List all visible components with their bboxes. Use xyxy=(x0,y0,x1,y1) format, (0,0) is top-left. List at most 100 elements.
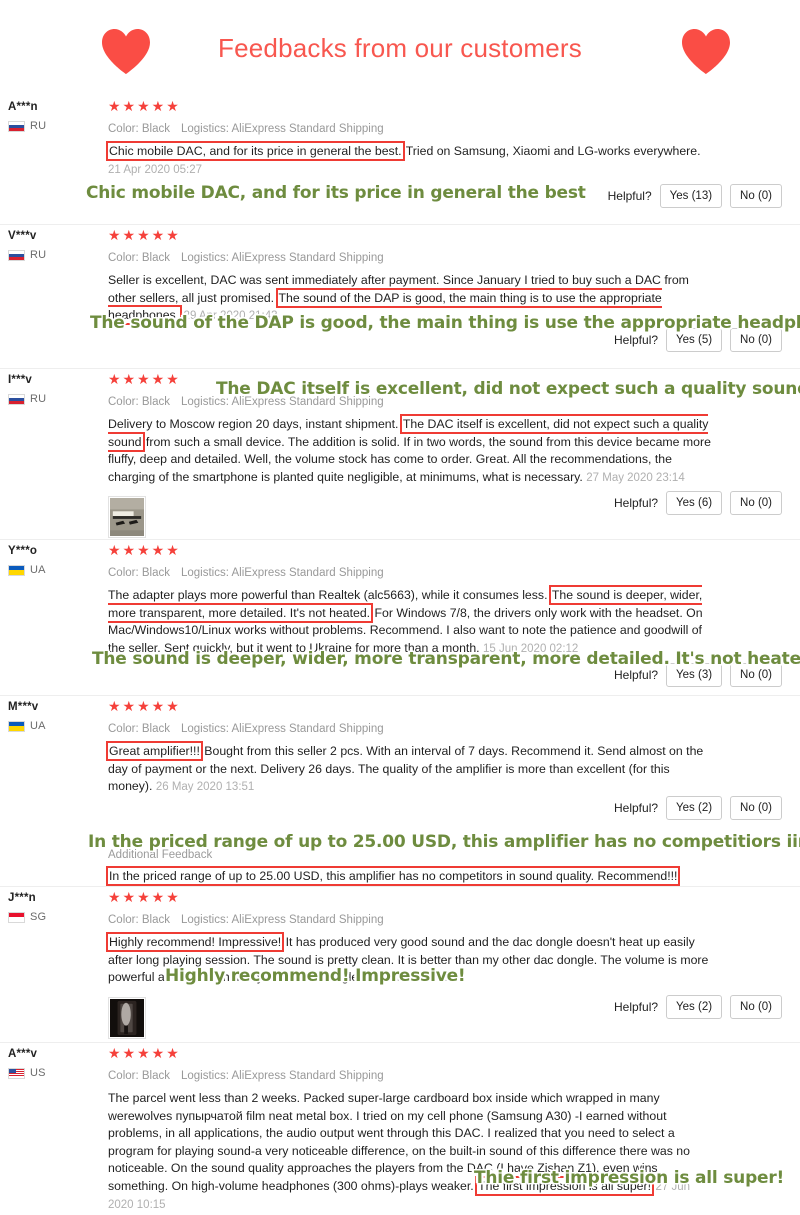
review-color: Color: Black xyxy=(108,123,170,135)
reviewer-country: SG xyxy=(8,911,108,923)
reviewer-country: RU xyxy=(8,120,108,132)
review-item: Y***o UA ★★★★★ Color: Black Logistics: Al… xyxy=(0,540,800,696)
helpful-label: Helpful? xyxy=(614,333,659,347)
flag-ua-icon xyxy=(8,564,25,576)
review-meta: Color: Black Logistics: AliExpress Standa… xyxy=(108,913,782,927)
review-color: Color: Black xyxy=(108,252,170,264)
flag-ru-icon xyxy=(8,120,25,132)
review-item: I***v RU ★★★★★ Color: Black Logistics: Al… xyxy=(0,369,800,540)
review-logistics: Logistics: AliExpress Standard Shipping xyxy=(181,1070,384,1082)
helpful-label: Helpful? xyxy=(614,1000,659,1014)
review-meta: Color: Black Logistics: AliExpress Standa… xyxy=(108,122,782,136)
vote-no-button[interactable]: No (0) xyxy=(730,995,782,1019)
helpful-label: Helpful? xyxy=(607,189,652,203)
flag-us-icon xyxy=(8,1067,25,1079)
flag-sg-icon xyxy=(8,911,25,923)
reviewer-country: RU xyxy=(8,393,108,405)
additional-feedback-text: In the priced range of up to 25.00 USD, … xyxy=(108,868,678,886)
highlighted-phrase: Chic mobile DAC, and for its price in ge… xyxy=(109,144,402,158)
reviewer-name: M***v xyxy=(8,701,39,713)
additional-feedback-block: Additional Feedback In the priced range … xyxy=(108,847,678,886)
heart-icon xyxy=(100,27,152,75)
review-logistics: Logistics: AliExpress Standard Shipping xyxy=(181,914,384,926)
vote-yes-button[interactable]: Yes (2) xyxy=(666,796,723,820)
vote-no-button[interactable]: No (0) xyxy=(730,491,782,515)
review-logistics: Logistics: AliExpress Standard Shipping xyxy=(181,396,384,408)
reviewer-info: M***v UA xyxy=(8,696,108,797)
star-rating: ★★★★★ xyxy=(108,1045,181,1061)
country-code: SG xyxy=(30,911,47,923)
review-text-before: The adapter plays more powerful than Rea… xyxy=(108,588,551,602)
vote-no-button[interactable]: No (0) xyxy=(730,663,782,687)
review-photo-dac-device[interactable] xyxy=(108,496,146,538)
review-color: Color: Black xyxy=(108,914,170,926)
review-text-after: Tried on Samsung, Xiaomi and LG-works ev… xyxy=(402,144,701,158)
helpful-row: Helpful? Yes (6) No (0) xyxy=(614,491,782,515)
reviewer-country: RU xyxy=(8,249,108,261)
helpful-row: Helpful? Yes (13) No (0) xyxy=(608,184,782,208)
page-title: Feedbacks from our customers xyxy=(218,32,582,63)
review-item: M***v UA ★★★★★ Color: Black Logistics: Al… xyxy=(0,696,800,887)
helpful-label: Helpful? xyxy=(614,668,659,682)
star-rating: ★★★★★ xyxy=(108,98,181,114)
review-text: Delivery to Moscow region 20 days, insta… xyxy=(108,416,713,487)
country-code: US xyxy=(30,1067,46,1079)
review-text: Chic mobile DAC, and for its price in ge… xyxy=(108,143,713,179)
helpful-row: Helpful? Yes (2) No (0) xyxy=(614,796,782,820)
review-timestamp: 21 Apr 2020 05:27 xyxy=(108,163,202,176)
helpful-row: Helpful? Yes (2) No (0) xyxy=(614,995,782,1019)
review-logistics: Logistics: AliExpress Standard Shipping xyxy=(181,123,384,135)
review-text: The parcel went less than 2 weeks. Packe… xyxy=(108,1090,713,1215)
review-timestamp: 26 May 2020 13:51 xyxy=(155,781,255,793)
vote-no-button[interactable]: No (0) xyxy=(730,328,782,352)
reviewer-country: US xyxy=(8,1067,108,1079)
star-rating: ★★★★★ xyxy=(108,698,181,714)
review-meta: Color: Black Logistics: AliExpress Standa… xyxy=(108,395,782,409)
review-meta: Color: Black Logistics: AliExpress Standa… xyxy=(108,1069,782,1083)
review-text: The adapter plays more powerful than Rea… xyxy=(108,587,713,658)
reviewer-name: A***v xyxy=(8,1048,38,1060)
vote-yes-button[interactable]: Yes (6) xyxy=(666,491,723,515)
helpful-row: Helpful? Yes (5) No (0) xyxy=(614,328,782,352)
review-meta: Color: Black Logistics: AliExpress Standa… xyxy=(108,722,782,736)
review-item: A***n RU ★★★★★ Color: Black Logistics: Al… xyxy=(0,96,800,225)
star-rating: ★★★★★ xyxy=(108,227,181,243)
review-color: Color: Black xyxy=(108,723,170,735)
flag-ua-icon xyxy=(8,720,25,732)
vote-yes-button[interactable]: Yes (5) xyxy=(666,328,723,352)
review-item: J***n SG ★★★★★ Color: Black Logistics: Al… xyxy=(0,887,800,1043)
country-code: UA xyxy=(30,720,46,732)
country-code: RU xyxy=(30,393,47,405)
flag-ru-icon xyxy=(8,393,25,405)
review-color: Color: Black xyxy=(108,567,170,579)
vote-no-button[interactable]: No (0) xyxy=(730,796,782,820)
flag-ru-icon xyxy=(8,249,25,261)
reviewer-name: Y***o xyxy=(8,545,38,557)
star-rating: ★★★★★ xyxy=(108,371,181,387)
highlighted-phrase: Highly recommend! Impressive! xyxy=(109,935,282,949)
vote-no-button[interactable]: No (0) xyxy=(730,184,782,208)
reviewer-info: V***v RU xyxy=(8,225,108,326)
vote-yes-button[interactable]: Yes (13) xyxy=(659,184,723,208)
additional-feedback-label: Additional Feedback xyxy=(108,849,213,861)
page-header: Feedbacks from our customers xyxy=(0,0,800,96)
review-logistics: Logistics: AliExpress Standard Shipping xyxy=(181,567,384,579)
reviewer-info: Y***o UA xyxy=(8,540,108,658)
star-rating: ★★★★★ xyxy=(108,542,181,558)
reviewer-name: A***n xyxy=(8,101,38,113)
heart-icon xyxy=(680,27,732,75)
review-timestamp: 15 Jun 2020 02:12 xyxy=(483,642,579,655)
helpful-row: Helpful? Yes (3) No (0) xyxy=(614,663,782,687)
country-code: RU xyxy=(30,249,47,261)
review-meta: Color: Black Logistics: AliExpress Standa… xyxy=(108,566,782,580)
star-rating: ★★★★★ xyxy=(108,889,181,905)
review-text: Great amplifier!!! Bought from this sell… xyxy=(108,743,713,797)
review-photo-phone-dongle[interactable] xyxy=(108,996,146,1039)
review-item: V***v RU ★★★★★ Color: Black Logistics: Al… xyxy=(0,225,800,369)
review-color: Color: Black xyxy=(108,1070,170,1082)
vote-yes-button[interactable]: Yes (3) xyxy=(666,663,723,687)
review-timestamp: 01 Jun 2020 03:26 xyxy=(365,972,461,984)
review-meta: Color: Black Logistics: AliExpress Standa… xyxy=(108,251,782,265)
helpful-label: Helpful? xyxy=(614,801,659,815)
vote-yes-button[interactable]: Yes (2) xyxy=(666,995,723,1019)
